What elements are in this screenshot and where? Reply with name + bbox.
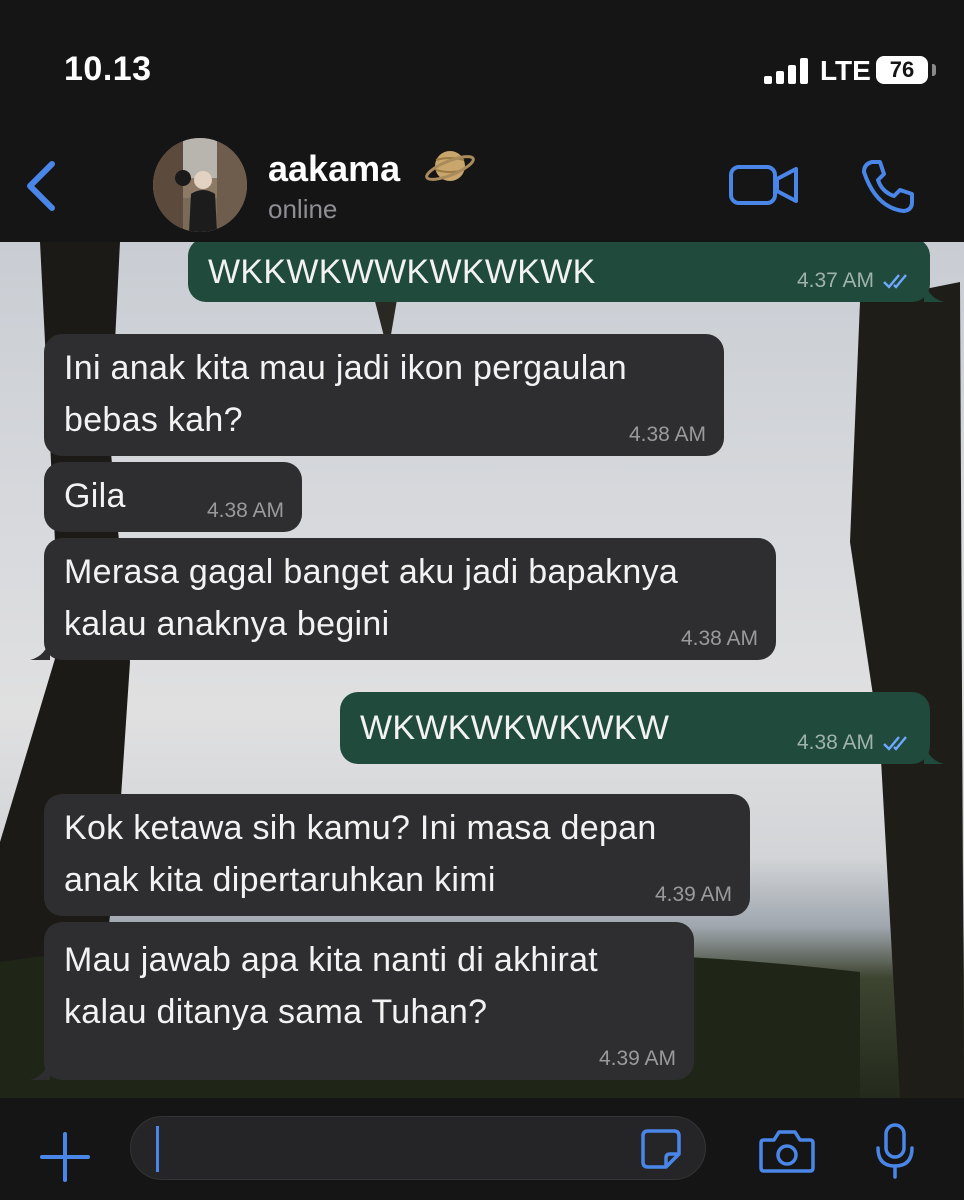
planet-emoji-icon — [425, 151, 475, 181]
message-input[interactable] — [130, 1116, 706, 1180]
incoming-message[interactable]: Merasa gagal banget aku jadi bapaknya ka… — [30, 538, 776, 660]
double-check-icon — [883, 736, 907, 751]
bubble-tail — [30, 1058, 50, 1080]
incoming-message[interactable]: Gila 4.38 AM — [44, 462, 302, 532]
back-chevron-icon[interactable] — [22, 158, 62, 214]
message-time: 4.37 AM — [796, 269, 874, 292]
message-time: 4.38 AM — [796, 731, 874, 754]
chat-area[interactable]: WKKWKWWKWKWKWK 4.37 AM Ini anak kita mau… — [0, 242, 964, 1098]
message-text-line: Merasa gagal banget aku jadi bapaknya — [64, 553, 679, 591]
message-time: 4.39 AM — [654, 883, 732, 906]
avatar[interactable] — [153, 138, 247, 232]
message-text-line: bebas kah? — [64, 401, 243, 439]
message-meta: 4.38 AM — [797, 730, 912, 756]
double-check-icon — [883, 274, 907, 289]
message-time: 4.39 AM — [598, 1047, 676, 1070]
message-input-bar — [0, 1098, 964, 1200]
message-text-line: Kok ketawa sih kamu? Ini masa depan — [64, 809, 657, 847]
chat-header: aakama online — [0, 128, 964, 242]
message-time: 4.38 AM — [680, 627, 758, 650]
message-meta: 4.37 AM — [797, 268, 912, 294]
bubble-tail — [30, 638, 50, 660]
message-time: 4.38 AM — [206, 499, 284, 522]
outgoing-message[interactable]: WKWKWKWKWKW 4.38 AM — [340, 692, 944, 764]
message-text-line: Ini anak kita mau jadi ikon pergaulan — [64, 349, 628, 387]
battery-icon: 76 — [876, 56, 928, 84]
status-bar: 10.13 LTE 76 — [0, 0, 964, 128]
plus-icon[interactable] — [38, 1130, 92, 1184]
signal-strength-icon — [764, 58, 812, 84]
message-text-line: kalau ditanya sama Tuhan? — [64, 993, 488, 1031]
message-text-line: kalau anaknya begini — [64, 605, 390, 643]
incoming-message[interactable]: Mau jawab apa kita nanti di akhirat kala… — [30, 922, 694, 1080]
video-call-icon[interactable] — [728, 162, 800, 208]
bubble-tail — [924, 742, 944, 764]
camera-icon[interactable] — [758, 1128, 816, 1174]
message-time: 4.38 AM — [628, 423, 706, 446]
network-type: LTE — [820, 55, 871, 86]
bubble-tail — [924, 280, 944, 302]
status-time: 10.13 — [64, 50, 152, 88]
battery-tip — [932, 64, 936, 76]
contact-online-status: online — [268, 194, 338, 224]
text-caret — [156, 1126, 159, 1172]
sticker-icon[interactable] — [640, 1128, 682, 1170]
incoming-message[interactable]: Ini anak kita mau jadi ikon pergaulan be… — [44, 334, 724, 456]
microphone-icon[interactable] — [874, 1122, 916, 1180]
phone-call-icon[interactable] — [858, 158, 916, 216]
incoming-message[interactable]: Kok ketawa sih kamu? Ini masa depan anak… — [44, 794, 750, 916]
message-text-line: Mau jawab apa kita nanti di akhirat — [64, 941, 599, 979]
outgoing-message[interactable]: WKKWKWWKWKWKWK 4.37 AM — [188, 242, 944, 302]
message-text-line: anak kita dipertaruhkan kimi — [64, 861, 496, 899]
contact-name[interactable]: aakama — [268, 148, 400, 190]
